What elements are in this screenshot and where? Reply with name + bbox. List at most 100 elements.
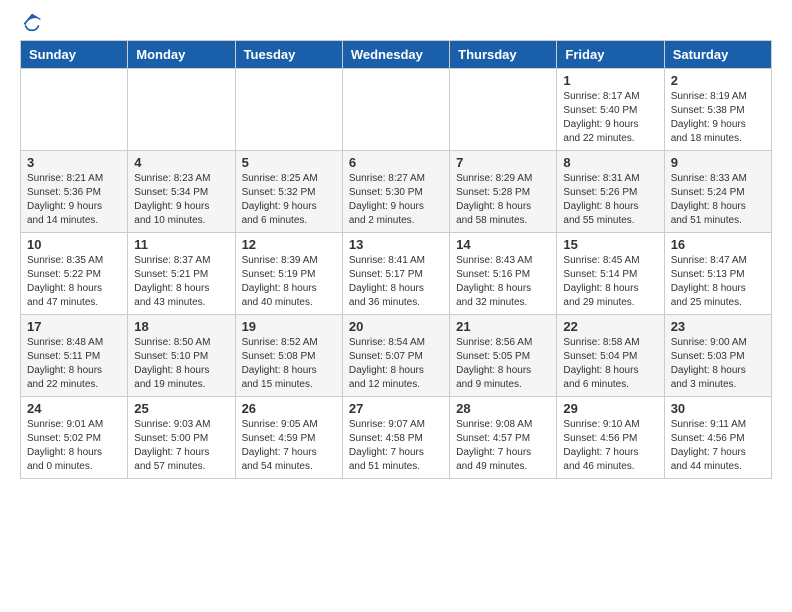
calendar-cell: 27Sunrise: 9:07 AMSunset: 4:58 PMDayligh… (342, 397, 449, 479)
day-info: Sunrise: 8:54 AMSunset: 5:07 PMDaylight:… (349, 336, 443, 392)
day-number: 12 (242, 237, 336, 252)
day-info: Sunrise: 8:41 AMSunset: 5:17 PMDaylight:… (349, 254, 443, 310)
day-info: Sunrise: 8:29 AMSunset: 5:28 PMDaylight:… (456, 172, 550, 228)
day-number: 28 (456, 401, 550, 416)
calendar-cell: 12 Sunrise: 8:39 AMSunset: 5:19 PMDayligh… (235, 233, 342, 315)
day-number: 20 (349, 319, 443, 334)
calendar-cell: 26 Sunrise: 9:05 AMSunset: 4:59 PMDayligh… (235, 397, 342, 479)
calendar-cell: 22 Sunrise: 8:58 AMSunset: 5:04 PMDayligh… (557, 315, 664, 397)
day-info: Sunrise: 9:05 AMSunset: 4:59 PMDaylight:… (242, 418, 336, 474)
calendar-cell (21, 69, 128, 151)
day-number: 22 (563, 319, 657, 334)
day-number: 21 (456, 319, 550, 334)
calendar-cell: 16Sunrise: 8:47 AMSunset: 5:13 PMDayligh… (664, 233, 771, 315)
calendar: SundayMondayTuesdayWednesdayThursdayFrid… (20, 40, 772, 479)
calendar-cell: 5 Sunrise: 8:25 AMSunset: 5:32 PMDaylight… (235, 151, 342, 233)
calendar-cell: 28 Sunrise: 9:08 AMSunset: 4:57 PMDayligh… (450, 397, 557, 479)
calendar-cell: 3 Sunrise: 8:21 AMSunset: 5:36 PMDaylight… (21, 151, 128, 233)
calendar-cell: 23 Sunrise: 9:00 AMSunset: 5:03 PMDayligh… (664, 315, 771, 397)
day-info: Sunrise: 9:11 AMSunset: 4:56 PMDaylight:… (671, 418, 765, 474)
calendar-cell: 2 Sunrise: 8:19 AMSunset: 5:38 PMDaylight… (664, 69, 771, 151)
calendar-cell: 1 Sunrise: 8:17 AMSunset: 5:40 PMDaylight… (557, 69, 664, 151)
day-number: 24 (27, 401, 121, 416)
day-number: 25 (134, 401, 228, 416)
calendar-cell: 7 Sunrise: 8:29 AMSunset: 5:28 PMDaylight… (450, 151, 557, 233)
calendar-cell (235, 69, 342, 151)
day-info: Sunrise: 9:10 AMSunset: 4:56 PMDaylight:… (563, 418, 657, 474)
day-number: 9 (671, 155, 765, 170)
day-info: Sunrise: 8:21 AMSunset: 5:36 PMDaylight:… (27, 172, 121, 228)
calendar-cell: 9 Sunrise: 8:33 AMSunset: 5:24 PMDaylight… (664, 151, 771, 233)
day-info: Sunrise: 8:58 AMSunset: 5:04 PMDaylight:… (563, 336, 657, 392)
weekday-header-thursday: Thursday (450, 41, 557, 69)
day-number: 1 (563, 73, 657, 88)
day-number: 30 (671, 401, 765, 416)
day-number: 16 (671, 237, 765, 252)
day-info: Sunrise: 9:08 AMSunset: 4:57 PMDaylight:… (456, 418, 550, 474)
day-number: 14 (456, 237, 550, 252)
day-number: 13 (349, 237, 443, 252)
day-number: 10 (27, 237, 121, 252)
day-number: 4 (134, 155, 228, 170)
day-info: Sunrise: 9:07 AMSunset: 4:58 PMDaylight:… (349, 418, 443, 474)
day-info: Sunrise: 8:50 AMSunset: 5:10 PMDaylight:… (134, 336, 228, 392)
calendar-cell: 29 Sunrise: 9:10 AMSunset: 4:56 PMDayligh… (557, 397, 664, 479)
day-number: 11 (134, 237, 228, 252)
calendar-cell: 10 Sunrise: 8:35 AMSunset: 5:22 PMDayligh… (21, 233, 128, 315)
day-info: Sunrise: 8:35 AMSunset: 5:22 PMDaylight:… (27, 254, 121, 310)
day-info: Sunrise: 8:43 AMSunset: 5:16 PMDaylight:… (456, 254, 550, 310)
calendar-cell: 18 Sunrise: 8:50 AMSunset: 5:10 PMDayligh… (128, 315, 235, 397)
day-info: Sunrise: 8:52 AMSunset: 5:08 PMDaylight:… (242, 336, 336, 392)
calendar-cell: 24 Sunrise: 9:01 AMSunset: 5:02 PMDayligh… (21, 397, 128, 479)
day-number: 19 (242, 319, 336, 334)
day-info: Sunrise: 8:33 AMSunset: 5:24 PMDaylight:… (671, 172, 765, 228)
weekday-header-friday: Friday (557, 41, 664, 69)
calendar-cell (128, 69, 235, 151)
calendar-cell: 21 Sunrise: 8:56 AMSunset: 5:05 PMDayligh… (450, 315, 557, 397)
day-info: Sunrise: 8:23 AMSunset: 5:34 PMDaylight:… (134, 172, 228, 228)
calendar-cell: 6Sunrise: 8:27 AMSunset: 5:30 PMDaylight… (342, 151, 449, 233)
calendar-cell: 15 Sunrise: 8:45 AMSunset: 5:14 PMDayligh… (557, 233, 664, 315)
calendar-cell: 14 Sunrise: 8:43 AMSunset: 5:16 PMDayligh… (450, 233, 557, 315)
calendar-cell: 20 Sunrise: 8:54 AMSunset: 5:07 PMDayligh… (342, 315, 449, 397)
calendar-cell: 11 Sunrise: 8:37 AMSunset: 5:21 PMDayligh… (128, 233, 235, 315)
weekday-header-wednesday: Wednesday (342, 41, 449, 69)
weekday-header-sunday: Sunday (21, 41, 128, 69)
day-info: Sunrise: 8:45 AMSunset: 5:14 PMDaylight:… (563, 254, 657, 310)
day-info: Sunrise: 8:48 AMSunset: 5:11 PMDaylight:… (27, 336, 121, 392)
day-number: 26 (242, 401, 336, 416)
day-info: Sunrise: 8:56 AMSunset: 5:05 PMDaylight:… (456, 336, 550, 392)
calendar-cell: 19 Sunrise: 8:52 AMSunset: 5:08 PMDayligh… (235, 315, 342, 397)
day-number: 6 (349, 155, 443, 170)
calendar-cell: 25 Sunrise: 9:03 AMSunset: 5:00 PMDayligh… (128, 397, 235, 479)
day-info: Sunrise: 8:31 AMSunset: 5:26 PMDaylight:… (563, 172, 657, 228)
day-info: Sunrise: 8:25 AMSunset: 5:32 PMDaylight:… (242, 172, 336, 228)
day-number: 5 (242, 155, 336, 170)
day-number: 29 (563, 401, 657, 416)
calendar-cell: 17 Sunrise: 8:48 AMSunset: 5:11 PMDayligh… (21, 315, 128, 397)
day-info: Sunrise: 9:03 AMSunset: 5:00 PMDaylight:… (134, 418, 228, 474)
day-number: 7 (456, 155, 550, 170)
day-info: Sunrise: 8:39 AMSunset: 5:19 PMDaylight:… (242, 254, 336, 310)
day-number: 2 (671, 73, 765, 88)
day-number: 15 (563, 237, 657, 252)
calendar-cell (450, 69, 557, 151)
calendar-cell: 30 Sunrise: 9:11 AMSunset: 4:56 PMDayligh… (664, 397, 771, 479)
day-info: Sunrise: 9:00 AMSunset: 5:03 PMDaylight:… (671, 336, 765, 392)
logo-icon (22, 12, 42, 32)
day-info: Sunrise: 9:01 AMSunset: 5:02 PMDaylight:… (27, 418, 121, 474)
day-number: 23 (671, 319, 765, 334)
calendar-cell: 13 Sunrise: 8:41 AMSunset: 5:17 PMDayligh… (342, 233, 449, 315)
day-info: Sunrise: 8:17 AMSunset: 5:40 PMDaylight:… (563, 90, 657, 146)
day-info: Sunrise: 8:37 AMSunset: 5:21 PMDaylight:… (134, 254, 228, 310)
weekday-header-monday: Monday (128, 41, 235, 69)
day-info: Sunrise: 8:19 AMSunset: 5:38 PMDaylight:… (671, 90, 765, 146)
day-number: 17 (27, 319, 121, 334)
day-number: 18 (134, 319, 228, 334)
day-number: 8 (563, 155, 657, 170)
day-number: 3 (27, 155, 121, 170)
weekday-header-tuesday: Tuesday (235, 41, 342, 69)
calendar-cell: 8 Sunrise: 8:31 AMSunset: 5:26 PMDaylight… (557, 151, 664, 233)
weekday-header-saturday: Saturday (664, 41, 771, 69)
calendar-cell: 4 Sunrise: 8:23 AMSunset: 5:34 PMDaylight… (128, 151, 235, 233)
